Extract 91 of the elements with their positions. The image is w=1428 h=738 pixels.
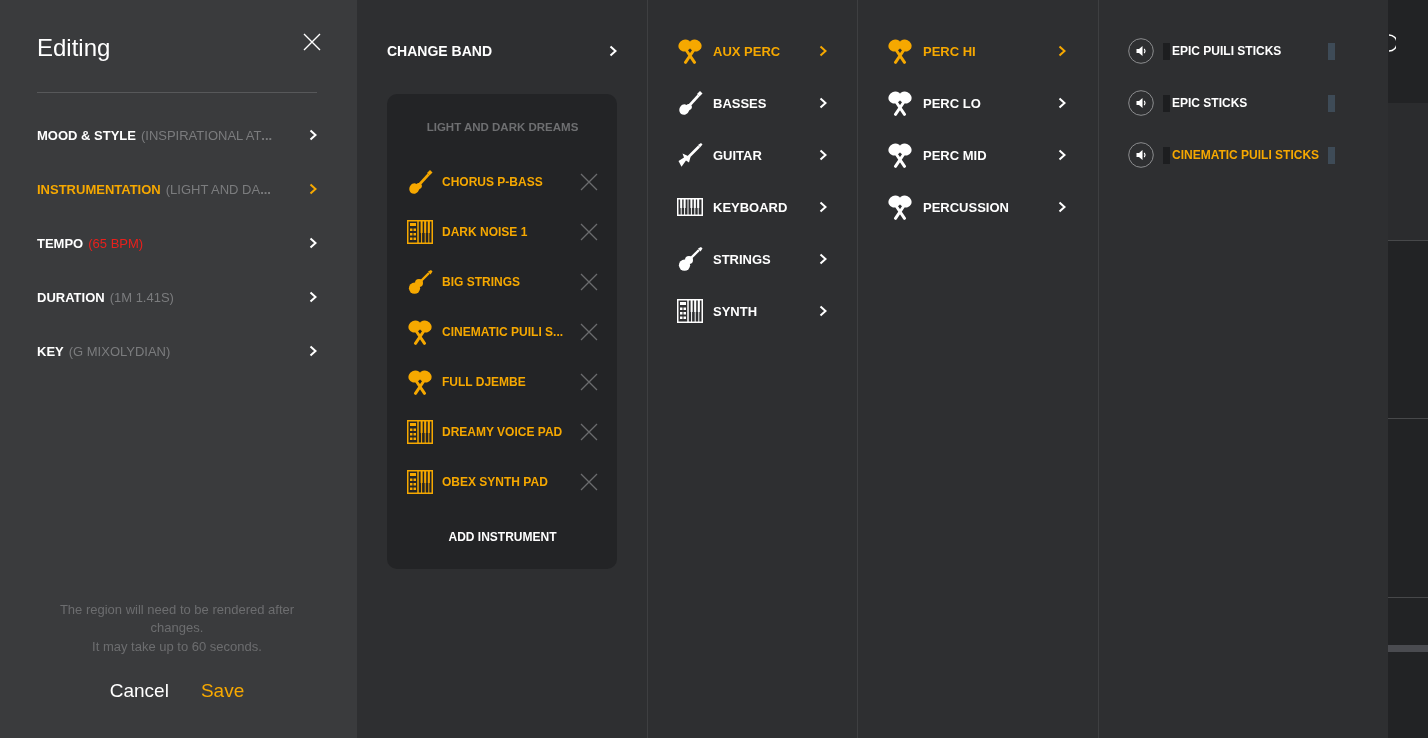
subcategory-item[interactable]: PERC LO <box>887 77 1066 129</box>
synth-icon <box>407 420 433 444</box>
synth-icon <box>407 220 433 244</box>
play-button[interactable] <box>1128 38 1154 64</box>
remove-button[interactable] <box>580 473 598 491</box>
menu-item[interactable]: INSTRUMENTATION (LIGHT AND DA... <box>37 162 317 216</box>
instrument-name: DARK NOISE 1 <box>442 225 529 239</box>
change-band-button[interactable]: CHANGE BAND <box>387 34 617 68</box>
menu-item[interactable]: DURATION (1M 1.41S) <box>37 270 317 324</box>
cancel-button[interactable]: Cancel <box>109 677 169 705</box>
edge-block-icon <box>1328 94 1335 112</box>
instrument-name: CHORUS P-BASS <box>442 175 544 189</box>
maracas-icon <box>887 90 913 116</box>
remove-button[interactable] <box>580 273 598 291</box>
synth-icon <box>677 299 703 323</box>
instrument-name: CINEMATIC PUILI S... <box>442 325 565 339</box>
remove-button[interactable] <box>580 373 598 391</box>
instrument-name: DREAMY VOICE PAD <box>442 425 564 439</box>
subcategory-item[interactable]: PERC HI <box>887 25 1066 77</box>
chevron-right-icon <box>309 345 317 357</box>
chevron-right-icon <box>819 305 827 317</box>
panel-title: Editing <box>37 33 111 63</box>
category-item[interactable]: STRINGS <box>677 233 827 285</box>
maracas-icon <box>677 38 703 64</box>
chevron-right-icon <box>309 129 317 141</box>
sound-item[interactable]: EPIC STICKS <box>1172 96 1328 110</box>
chevron-right-icon <box>819 97 827 109</box>
instrument-name: OBEX SYNTH PAD <box>442 475 549 489</box>
chevron-right-icon <box>309 183 317 195</box>
chevron-right-icon <box>1058 97 1066 109</box>
close-icon <box>580 323 598 341</box>
menu-item[interactable]: TEMPO (65 BPM) <box>37 216 317 270</box>
chevron-right-icon <box>819 149 827 161</box>
category-item[interactable]: AUX PERC <box>677 25 827 77</box>
chevron-right-icon <box>1058 201 1066 213</box>
menu-item[interactable]: MOOD & STYLE (INSPIRATIONAL AT... <box>37 108 317 162</box>
remove-button[interactable] <box>580 223 598 241</box>
close-icon <box>580 273 598 291</box>
edge-block-icon <box>1328 42 1335 60</box>
synth-icon <box>407 470 433 494</box>
subcategory-item[interactable]: PERCUSSION <box>887 181 1066 233</box>
scrollbar <box>1388 645 1428 652</box>
close-button[interactable] <box>303 33 321 51</box>
chevron-right-icon <box>609 45 617 57</box>
maracas-icon <box>887 142 913 168</box>
close-icon <box>303 33 321 51</box>
sound-item[interactable]: CINEMATIC PUILI STICKS <box>1172 148 1328 162</box>
violin-icon <box>407 269 433 295</box>
remove-button[interactable] <box>580 323 598 341</box>
maracas-icon <box>887 38 913 64</box>
instrument-name: BIG STRINGS <box>442 275 521 289</box>
category-item[interactable]: SYNTH <box>677 285 827 337</box>
sound-item[interactable]: EPIC PUILI STICKS <box>1172 44 1328 58</box>
chevron-right-icon <box>309 237 317 249</box>
category-item[interactable]: KEYBOARD <box>677 181 827 233</box>
menu-item[interactable]: KEY (G MIXOLYDIAN) <box>37 324 317 378</box>
remove-button[interactable] <box>580 173 598 191</box>
piano-keys-icon <box>677 198 703 216</box>
speaker-icon <box>1128 38 1154 64</box>
guitar-icon <box>677 90 703 116</box>
maracas-icon <box>407 319 433 345</box>
play-button[interactable] <box>1128 90 1154 116</box>
chevron-right-icon <box>819 253 827 265</box>
electric-guitar-icon <box>677 142 703 168</box>
chevron-right-icon <box>1058 45 1066 57</box>
play-button[interactable] <box>1128 142 1154 168</box>
chevron-right-icon <box>309 291 317 303</box>
category-item[interactable]: GUITAR <box>677 129 827 181</box>
remove-button[interactable] <box>580 423 598 441</box>
guitar-icon <box>407 169 433 195</box>
speaker-icon <box>1128 142 1154 168</box>
maracas-icon <box>887 194 913 220</box>
close-icon <box>580 423 598 441</box>
instrument-name: FULL DJEMBE <box>442 375 527 389</box>
chevron-right-icon <box>1058 149 1066 161</box>
maracas-icon <box>407 369 433 395</box>
add-instrument-button[interactable]: ADD INSTRUMENT <box>448 522 557 552</box>
close-icon <box>580 473 598 491</box>
band-name: LIGHT AND DARK DREAMS <box>425 120 580 135</box>
speaker-icon <box>1128 90 1154 116</box>
chevron-right-icon <box>819 201 827 213</box>
close-icon <box>580 223 598 241</box>
category-item[interactable]: BASSES <box>677 77 827 129</box>
close-icon <box>580 373 598 391</box>
save-button[interactable]: Save <box>200 677 245 705</box>
violin-icon <box>677 246 703 272</box>
edge-block-icon <box>1328 146 1335 164</box>
chevron-right-icon <box>819 45 827 57</box>
subcategory-item[interactable]: PERC MID <box>887 129 1066 181</box>
close-icon <box>580 173 598 191</box>
arc-icon <box>1388 34 1396 52</box>
